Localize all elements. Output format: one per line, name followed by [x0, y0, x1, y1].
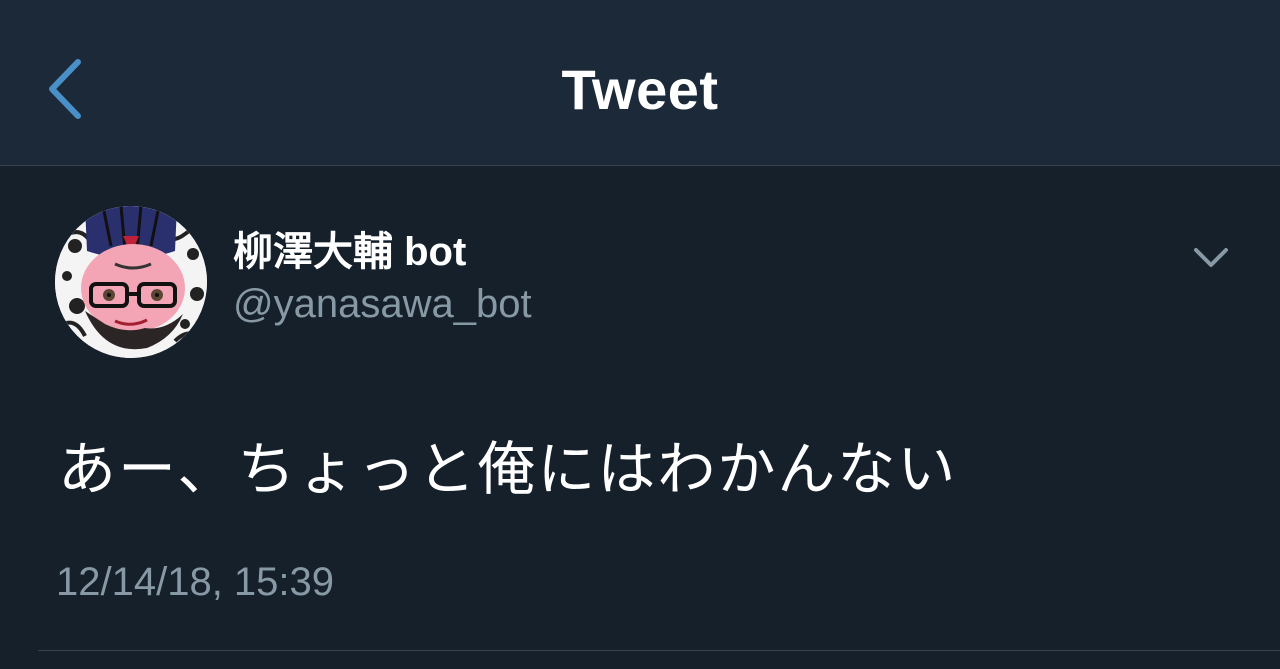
divider [38, 650, 1280, 651]
display-name[interactable]: 柳澤大輔 bot [233, 228, 466, 276]
chevron-down-icon [1194, 248, 1228, 267]
tweet-text: あー、ちょっと俺にはわかんない [58, 437, 958, 502]
navigation-bar: Tweet [0, 0, 1280, 166]
avatar-image [55, 206, 207, 358]
user-handle[interactable]: @yanasawa_bot [233, 280, 532, 328]
page-title: Tweet [561, 58, 719, 121]
tweet-detail: 柳澤大輔 bot @yanasawa_bot あー、ちょっと俺にはわかんない 1… [0, 166, 1280, 669]
tweet-menu-button[interactable] [1188, 238, 1234, 278]
avatar[interactable] [55, 206, 207, 358]
tweet-timestamp: 12/14/18, 15:39 [56, 560, 335, 604]
